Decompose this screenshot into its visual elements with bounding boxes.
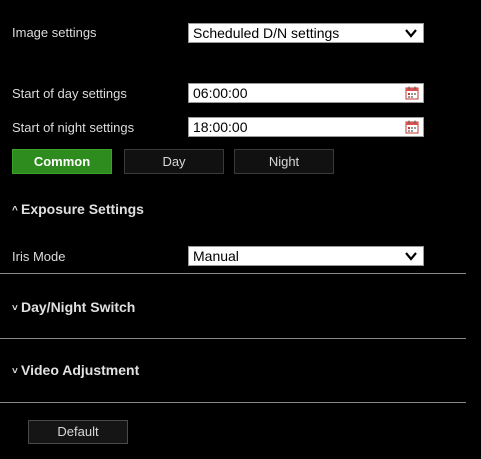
- iris-mode-label: Iris Mode: [12, 249, 66, 264]
- calendar-icon[interactable]: [405, 86, 419, 100]
- start-of-day-label: Start of day settings: [12, 86, 127, 101]
- tab-night[interactable]: Night: [234, 149, 334, 174]
- video-adjustment-title: Video Adjustment: [21, 362, 140, 378]
- section-divider: [0, 402, 466, 403]
- calendar-icon[interactable]: [405, 120, 419, 134]
- iris-mode-value: Manual: [193, 248, 239, 264]
- start-of-day-input[interactable]: 06:00:00: [188, 83, 424, 103]
- section-divider: [0, 338, 466, 339]
- day-night-switch-title: Day/Night Switch: [21, 299, 136, 315]
- day-night-switch-header[interactable]: ˅ Day/Night Switch: [12, 299, 135, 315]
- image-settings-panel: Image settings Scheduled D/N settings St…: [0, 0, 481, 459]
- start-of-night-label: Start of night settings: [12, 120, 135, 135]
- start-of-night-input[interactable]: 18:00:00: [188, 117, 424, 137]
- tab-day[interactable]: Day: [124, 149, 224, 174]
- image-settings-value: Scheduled D/N settings: [193, 25, 340, 41]
- exposure-settings-title: Exposure Settings: [21, 201, 144, 217]
- start-of-night-value: 18:00:00: [193, 119, 248, 135]
- chevron-down-icon: [405, 252, 417, 261]
- video-adjustment-header[interactable]: ˅ Video Adjustment: [12, 362, 139, 378]
- exposure-settings-header[interactable]: ^ Exposure Settings: [12, 201, 144, 217]
- start-of-day-value: 06:00:00: [193, 85, 248, 101]
- iris-mode-select[interactable]: Manual: [188, 246, 424, 266]
- caret-up-icon: ^: [12, 205, 18, 216]
- image-settings-select[interactable]: Scheduled D/N settings: [188, 23, 424, 43]
- image-settings-label: Image settings: [12, 25, 97, 40]
- section-divider: [0, 273, 466, 274]
- caret-down-icon: ˅: [12, 303, 18, 314]
- caret-down-icon: ˅: [12, 366, 18, 377]
- default-button[interactable]: Default: [28, 420, 128, 444]
- chevron-down-icon: [405, 29, 417, 38]
- tab-common[interactable]: Common: [12, 149, 112, 174]
